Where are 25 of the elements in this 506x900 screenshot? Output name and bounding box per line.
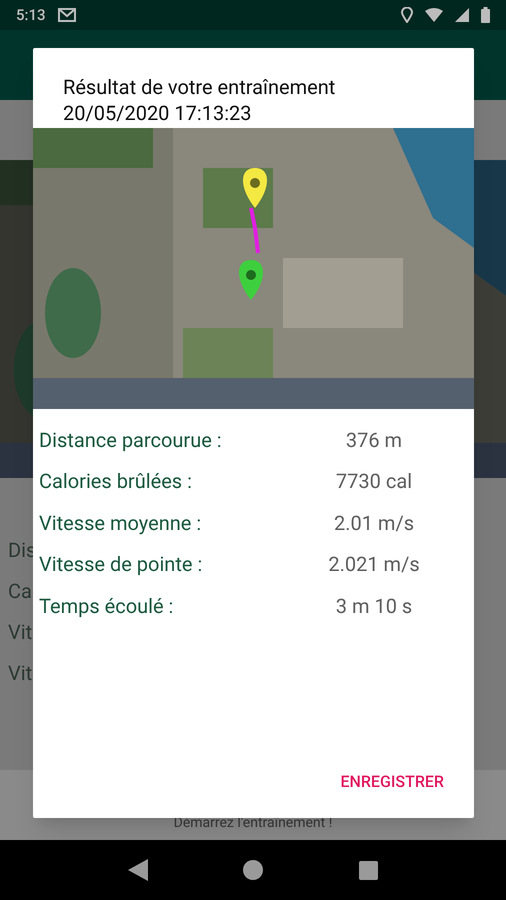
wifi-icon	[425, 8, 443, 22]
stat-label: Distance parcourue :	[39, 426, 223, 454]
signal-icon	[455, 8, 469, 22]
dialog-title: Résultat de votre entraînement	[63, 74, 336, 100]
battery-icon	[481, 7, 490, 23]
stat-label: Ca	[8, 578, 32, 605]
location-icon	[401, 7, 413, 23]
mail-icon	[58, 8, 76, 22]
back-icon[interactable]	[128, 859, 148, 881]
stat-label: Vit	[8, 660, 32, 687]
home-icon[interactable]	[243, 860, 264, 880]
stat-value: 7730 cal	[334, 468, 414, 496]
stat-label: Vitesse de pointe :	[39, 551, 204, 578]
status-time: 5:13	[16, 4, 46, 26]
stat-label: Temps écoulé :	[39, 592, 174, 620]
stat-value: 376 m	[344, 426, 404, 454]
stat-value: 2.01 m/s	[332, 510, 416, 537]
recents-icon[interactable]	[359, 860, 378, 880]
dialog-date: 20/05/2020 17:13:23	[63, 100, 253, 126]
stat-label: Calories brûlées :	[39, 468, 193, 496]
stat-value: 2.021 m/s	[327, 551, 421, 578]
stat-value: 3 m 10 s	[334, 592, 414, 620]
save-button[interactable]: ENREGISTRER	[330, 764, 454, 800]
stat-label: Vit	[8, 619, 32, 646]
stat-label: Vitesse moyenne :	[39, 510, 202, 537]
